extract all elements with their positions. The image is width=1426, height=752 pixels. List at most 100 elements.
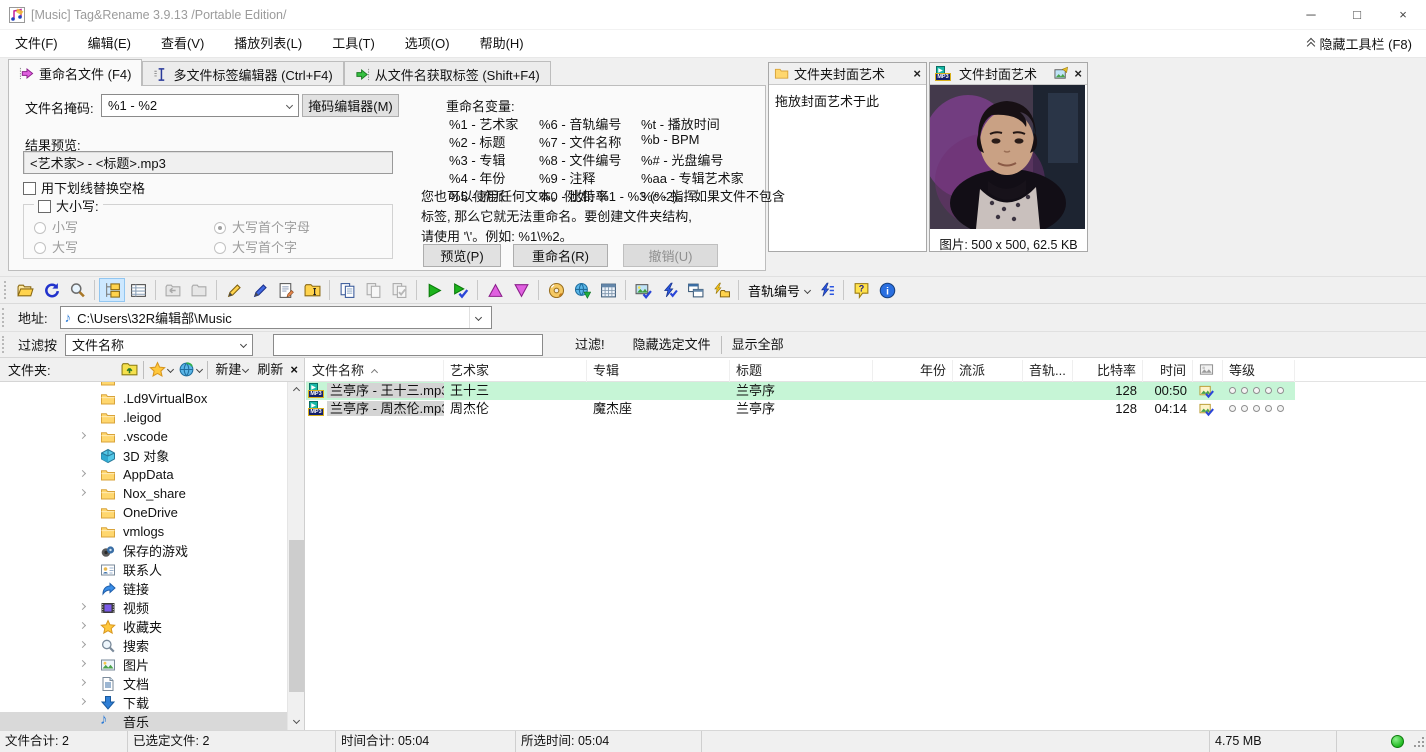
tree-item-收藏夹[interactable]: 收藏夹 <box>0 617 288 636</box>
tree-item-OneDrive[interactable]: OneDrive <box>0 503 288 522</box>
scrollbar-thumb[interactable] <box>289 540 304 692</box>
minimize-button[interactable]: ─ <box>1288 0 1334 30</box>
column-header-title[interactable]: 标题 <box>730 360 873 382</box>
menu-item-2[interactable]: 查看(V) <box>146 36 219 51</box>
underscore-checkbox[interactable]: 用下划线替换空格 <box>23 178 145 197</box>
quick-tag-button[interactable] <box>656 278 682 302</box>
copy-tag-button[interactable] <box>334 278 360 302</box>
expand-arrow-icon[interactable] <box>79 603 86 610</box>
close-icon[interactable]: × <box>913 66 921 81</box>
tree-item-联系人[interactable]: 联系人 <box>0 560 288 579</box>
tree-item-.vscode[interactable]: .vscode <box>0 427 288 446</box>
filter-field-select[interactable]: 文件名称 <box>65 334 253 356</box>
tree-item-下载[interactable]: 下载 <box>0 693 288 712</box>
address-combobox[interactable]: ♪ C:\Users\32R编辑部\Music <box>60 306 492 329</box>
parent-folder-button[interactable] <box>186 278 212 302</box>
tree-item-搜索[interactable]: 搜索 <box>0 636 288 655</box>
tree-item-保存的游戏[interactable]: 保存的游戏 <box>0 541 288 560</box>
menu-item-5[interactable]: 选项(O) <box>390 36 465 51</box>
quick-folder-button[interactable] <box>708 278 734 302</box>
radio-lowercase[interactable]: 小写 <box>34 217 78 236</box>
refresh-button[interactable] <box>38 278 64 302</box>
case-group-checkbox[interactable]: 大小写: <box>34 196 103 215</box>
open-folder-button[interactable] <box>12 278 38 302</box>
copy-tags-windows-button[interactable] <box>682 278 708 302</box>
scroll-up-button[interactable] <box>288 382 305 399</box>
tree-item-.Ld9VirtualBox[interactable]: .Ld9VirtualBox <box>0 389 288 408</box>
about-button[interactable]: i <box>874 278 900 302</box>
file-row-1[interactable]: ▶MP3兰亭序 - 周杰伦.mp3周杰伦魔杰座兰亭序12804:14 <box>306 400 1295 418</box>
column-header-album[interactable]: 专辑 <box>587 360 730 382</box>
filterbar-grip[interactable] <box>2 336 6 354</box>
maximize-button[interactable]: □ <box>1334 0 1380 30</box>
expand-arrow-icon[interactable] <box>79 698 86 705</box>
tab-rename-files[interactable]: 重命名文件 (F4) <box>8 59 142 86</box>
menu-item-4[interactable]: 工具(T) <box>317 36 390 51</box>
expand-arrow-icon[interactable] <box>79 641 86 648</box>
write-tags-button[interactable] <box>221 278 247 302</box>
expand-arrow-icon[interactable] <box>79 622 86 629</box>
rating-dots[interactable] <box>1229 387 1284 394</box>
close-button[interactable]: × <box>1380 0 1426 30</box>
rename-button[interactable]: 重命名(R) <box>513 244 608 267</box>
undo-rename-button[interactable] <box>160 278 186 302</box>
column-header-year[interactable]: 年份 <box>873 360 953 382</box>
edit-tags-button[interactable] <box>247 278 273 302</box>
hide-toolbar-button[interactable]: 隐藏工具栏 (F8) <box>1308 34 1426 53</box>
expand-arrow-icon[interactable] <box>79 679 86 686</box>
column-header-name[interactable]: 文件名称 <box>306 360 444 382</box>
web-import-button[interactable] <box>569 278 595 302</box>
preview-button[interactable]: 预览(P) <box>423 244 501 267</box>
search-button[interactable] <box>64 278 90 302</box>
filename-mask-combobox[interactable]: %1 - %2 <box>101 94 299 117</box>
edit-file-info-button[interactable] <box>273 278 299 302</box>
favorites-dropdown-button[interactable] <box>149 361 173 378</box>
column-header-cover[interactable] <box>1193 360 1223 382</box>
tree-item-Nox_share[interactable]: Nox_share <box>0 484 288 503</box>
resize-grip[interactable] <box>1412 735 1426 749</box>
play-selected-button[interactable] <box>447 278 473 302</box>
folder-tree-toggle[interactable] <box>99 278 125 302</box>
scroll-down-button[interactable] <box>288 713 305 730</box>
menu-item-1[interactable]: 编辑(E) <box>73 36 146 51</box>
radio-uppercase[interactable]: 大写 <box>34 237 78 256</box>
radio-capitalize-words[interactable]: 大写首个字母 <box>214 217 310 236</box>
mask-editor-button[interactable]: 掩码编辑器(M) <box>302 94 399 117</box>
paste-special-button[interactable] <box>386 278 412 302</box>
toolbar-grip[interactable] <box>4 281 8 299</box>
move-down-button[interactable] <box>508 278 534 302</box>
column-header-track[interactable]: 音轨... <box>1023 360 1073 382</box>
menu-item-6[interactable]: 帮助(H) <box>465 36 539 51</box>
export-image-icon[interactable] <box>1054 66 1069 81</box>
playlist-button[interactable] <box>595 278 621 302</box>
tab-get-tags-from-filename[interactable]: 从文件名获取标签 (Shift+F4) <box>344 61 551 86</box>
close-folder-pane-button[interactable]: × <box>290 362 298 377</box>
rating-dots[interactable] <box>1229 405 1284 412</box>
rename-folder-button[interactable] <box>299 278 325 302</box>
filter-input[interactable] <box>273 334 543 356</box>
tree-item-音乐[interactable]: ♪音乐 <box>0 712 288 730</box>
column-header-bitrate[interactable]: 比特率 <box>1073 360 1143 382</box>
tree-scrollbar[interactable] <box>287 382 304 730</box>
up-folder-button[interactable] <box>121 361 138 378</box>
close-icon[interactable]: × <box>1074 66 1082 81</box>
paste-tag-button[interactable] <box>360 278 386 302</box>
tree-item-文档[interactable]: 文档 <box>0 674 288 693</box>
file-row-0[interactable]: ▶MP3兰亭序 - 王十三.mp3王十三兰亭序12800:50 <box>306 382 1295 400</box>
help-button[interactable]: ? <box>848 278 874 302</box>
show-all-button[interactable]: 显示全部 <box>722 334 794 356</box>
auto-number-button[interactable] <box>813 278 839 302</box>
tree-item-链接[interactable]: 链接 <box>0 579 288 598</box>
web-folders-dropdown-button[interactable] <box>178 361 202 378</box>
tree-item-clipped[interactable] <box>0 382 288 389</box>
hide-selected-files-button[interactable]: 隐藏选定文件 <box>623 334 721 356</box>
move-up-button[interactable] <box>482 278 508 302</box>
column-header-time[interactable]: 时间 <box>1143 360 1193 382</box>
tree-item-vmlogs[interactable]: vmlogs <box>0 522 288 541</box>
tree-item-AppData[interactable]: AppData <box>0 465 288 484</box>
column-header-rating[interactable]: 等级 <box>1223 360 1295 382</box>
tab-multi-file-editor[interactable]: 多文件标签编辑器 (Ctrl+F4) <box>142 61 343 86</box>
expand-arrow-icon[interactable] <box>79 660 86 667</box>
refresh-tree-button[interactable]: 刷新 <box>255 359 285 381</box>
column-header-artist[interactable]: 艺术家 <box>444 360 587 382</box>
